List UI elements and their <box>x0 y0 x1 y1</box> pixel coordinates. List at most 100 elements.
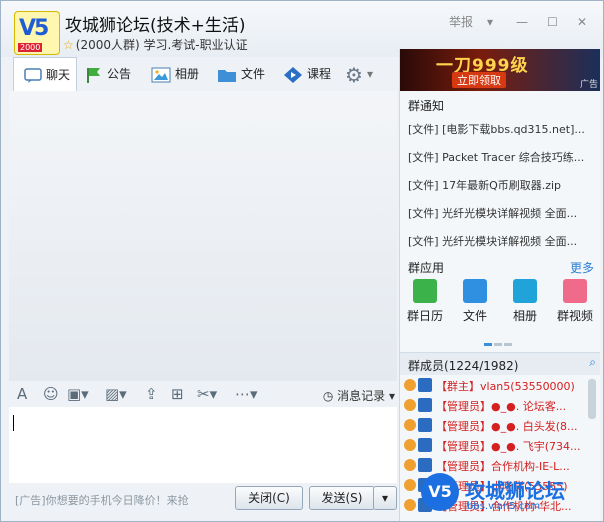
avatar <box>404 479 416 491</box>
screenshot-icon[interactable]: ✂▾ <box>197 386 217 402</box>
tab-bar: 聊天 公告 相册 文件 课程 ⚙ ▾ <box>9 57 397 92</box>
app-files[interactable]: 文件 <box>452 279 498 324</box>
avatar <box>404 419 416 431</box>
video-icon <box>563 279 587 303</box>
tab-label: 相册 <box>175 67 200 81</box>
send-options-button[interactable]: ▾ <box>373 486 397 510</box>
font-icon[interactable]: A <box>17 386 27 402</box>
banner-ad-tag: 广告 <box>579 80 598 90</box>
send-button[interactable]: 发送(S) <box>309 486 375 510</box>
clock-icon: ◷ <box>322 389 334 403</box>
banner-cta: 立即领取 <box>452 72 506 88</box>
members-header: 群成员(1224/1982) ⌕ <box>400 352 600 375</box>
gear-icon: ⚙ <box>345 62 363 87</box>
avatar <box>404 399 416 411</box>
app-label: 群日历 <box>406 309 443 323</box>
notice-item[interactable]: [文件] [电影下载bbs.qd315.net]... <box>408 121 594 137</box>
image-icon[interactable]: ▨▾ <box>105 386 127 402</box>
member-name: ●_●. 飞宇(734... <box>491 440 581 453</box>
site-watermark: V5 攻城狮论坛 bbs.vlan5.com <box>421 471 603 521</box>
flag-icon <box>87 67 100 83</box>
chevron-down-icon[interactable]: ▾ <box>487 13 493 31</box>
star-icon: ☆ <box>63 38 74 52</box>
message-area[interactable] <box>9 91 397 381</box>
members-title: 群成员(1224/1982) <box>408 359 519 373</box>
member-row[interactable]: 【管理员】●_●. 白头发(8... <box>400 415 600 435</box>
emoji-icon[interactable]: ☺ <box>43 386 59 402</box>
apps-pager <box>484 335 514 349</box>
watermark-badge: V5 <box>421 473 459 511</box>
tab-courses[interactable]: 课程 <box>283 57 331 91</box>
report-label: 举报 <box>449 15 474 29</box>
calendar-icon <box>413 279 437 303</box>
member-role: 【管理员】 <box>436 420 491 433</box>
tab-files[interactable]: 文件 <box>217 57 265 91</box>
member-name: ●_●. 论坛客... <box>491 400 567 413</box>
app-label: 文件 <box>462 309 487 323</box>
logo-text: V5 <box>19 16 49 41</box>
history-label: 消息记录 <box>337 389 386 403</box>
tab-label: 聊天 <box>46 68 71 82</box>
input-toolbar: A ☺ ▣▾ ▨▾ ⇪ ⊞ ✂▾ ⋯▾ ◷ 消息记录 ▾ <box>9 381 397 407</box>
settings-menu[interactable]: ⚙ ▾ <box>345 57 373 91</box>
tab-album[interactable]: 相册 <box>151 57 199 91</box>
search-icon[interactable]: ⌕ <box>589 355 596 370</box>
tab-announcement[interactable]: 公告 <box>85 57 131 91</box>
watermark-text: 攻城狮论坛 <box>465 479 565 503</box>
tab-label: 课程 <box>307 67 332 81</box>
app-label: 群视频 <box>556 309 593 323</box>
group-subtitle-text: (2000人群) 学习.考试-职业认证 <box>75 38 248 52</box>
photo-icon <box>151 67 171 82</box>
avatar <box>404 499 416 511</box>
members-scrollbar[interactable] <box>588 379 596 419</box>
close-button[interactable]: 关闭(C) <box>235 486 303 510</box>
level-icon <box>418 398 432 412</box>
chevron-down-icon: ▾ <box>381 491 389 505</box>
tab-label: 文件 <box>241 67 266 81</box>
avatar <box>404 379 416 391</box>
apps-title: 群应用 <box>408 261 445 275</box>
app-calendar[interactable]: 群日历 <box>402 279 448 324</box>
member-row[interactable]: 【管理员】●_●. 论坛客... <box>400 395 600 415</box>
ad-banner[interactable]: 一刀999级 立即领取 广告 <box>400 49 600 91</box>
play-course-icon <box>284 66 302 83</box>
notice-title: 群通知 <box>408 99 445 113</box>
notice-item[interactable]: [文件] 光纤光模块详解视频 全面... <box>408 205 594 221</box>
chat-bubble-icon <box>24 67 42 83</box>
group-subtitle: ☆ (2000人群) 学习.考试-职业认证 <box>63 36 248 53</box>
minimize-icon[interactable]: — <box>516 13 528 31</box>
avatar <box>404 439 416 451</box>
close-icon[interactable]: ✕ <box>577 13 587 31</box>
ad-link[interactable]: [广告]你想要的手机今日降价！来抢 <box>15 492 189 508</box>
notice-item[interactable]: [文件] Packet Tracer 综合技巧练... <box>408 149 594 165</box>
app-label: 相册 <box>512 309 537 323</box>
member-role: 【管理员】 <box>436 400 491 413</box>
sticker-icon[interactable]: ▣▾ <box>67 386 89 402</box>
message-history-button[interactable]: ◷ 消息记录 ▾ <box>323 387 395 404</box>
member-role: 【管理员】 <box>436 440 491 453</box>
member-row[interactable]: 【管理员】●_●. 飞宇(734... <box>400 435 600 455</box>
notice-item[interactable]: [文件] 光纤光模块详解视频 全面... <box>408 233 594 249</box>
more-tools-icon[interactable]: ⋯▾ <box>235 386 258 402</box>
notice-item[interactable]: [文件] 17年最新Q币刷取器.zip <box>408 177 594 193</box>
maximize-icon[interactable]: ☐ <box>547 13 558 31</box>
app-album[interactable]: 相册 <box>502 279 548 324</box>
folder-icon <box>218 69 236 82</box>
text-caret <box>13 415 14 431</box>
bottom-bar: [广告]你想要的手机今日降价！来抢 关闭(C) 发送(S) ▾ <box>9 483 397 519</box>
gift-icon[interactable]: ⊞ <box>171 386 184 402</box>
app-video[interactable]: 群视频 <box>552 279 598 324</box>
logo-year: 2000 <box>18 43 43 52</box>
group-apps: 群日历 文件 相册 群视频 <box>400 279 600 335</box>
chat-window: V5 2000 攻城狮论坛(技术+生活) ☆ (2000人群) 学习.考试-职业认… <box>0 0 604 522</box>
group-title[interactable]: 攻城狮论坛(技术+生活) <box>65 11 246 36</box>
level-icon <box>418 378 432 392</box>
message-input[interactable] <box>9 407 397 483</box>
apps-more-link[interactable]: 更多 <box>570 259 594 276</box>
group-avatar[interactable]: V5 2000 <box>14 11 60 55</box>
upload-icon[interactable]: ⇪ <box>145 386 158 402</box>
report-button[interactable]: 举报 <box>449 13 473 31</box>
tab-chat[interactable]: 聊天 <box>13 57 77 92</box>
member-row[interactable]: 【群主】vlan5(53550000) <box>400 375 600 395</box>
chevron-down-icon: ▾ <box>366 67 373 81</box>
